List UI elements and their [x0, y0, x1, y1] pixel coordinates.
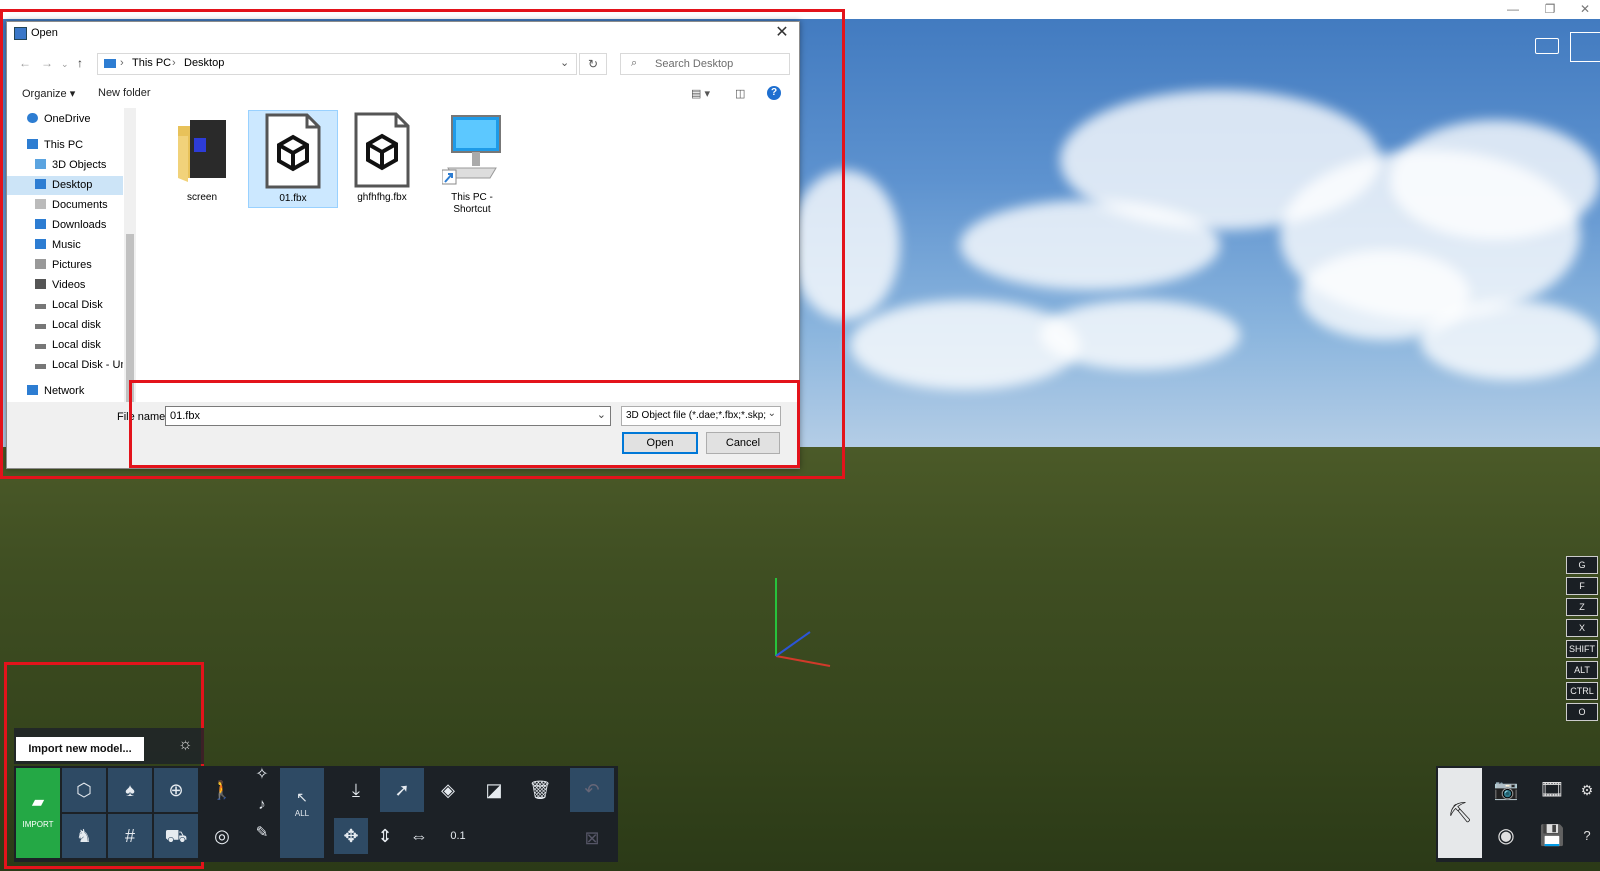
cloud [1420, 300, 1600, 380]
save-icon[interactable]: 💾 [1530, 814, 1574, 858]
cursor-icon: ↖ [296, 789, 308, 805]
add-tree-icon[interactable]: ⊕ [154, 768, 198, 812]
rotate-icon[interactable]: ◈ [426, 768, 470, 812]
key-x[interactable]: X [1566, 619, 1598, 637]
axis-gizmo [775, 578, 831, 667]
key-z[interactable]: Z [1566, 598, 1598, 616]
import-button[interactable]: ▰ IMPORT [16, 768, 60, 858]
place-person-icon[interactable]: ♞ [62, 814, 106, 858]
key-shift[interactable]: SHIFT [1566, 640, 1598, 658]
tree-icon[interactable]: ♠ [108, 768, 152, 812]
key-g[interactable]: G [1566, 556, 1598, 574]
magic-wand-icon[interactable]: ✧ [240, 760, 284, 790]
folder-open-icon: ▰ [31, 794, 45, 811]
key-o[interactable]: O [1566, 703, 1598, 721]
step-value[interactable]: 0.1 [438, 818, 478, 854]
key-ctrl[interactable]: CTRL [1566, 682, 1598, 700]
wrench-icon[interactable]: ✎ [240, 818, 284, 848]
preview-window[interactable] [1570, 32, 1600, 62]
cloud [1390, 120, 1600, 240]
restore-icon[interactable]: ❐ [1535, 1, 1565, 17]
sound-icon[interactable]: ♪ [240, 792, 284, 818]
key-f[interactable]: F [1566, 577, 1598, 595]
horizontal-move-icon[interactable]: ⇔ [404, 818, 434, 854]
undo-icon[interactable]: ↶ [570, 768, 614, 812]
delete-icon[interactable]: 🗑 [518, 768, 562, 812]
walk-mode-icon[interactable]: ⛏ [1438, 768, 1482, 858]
scale-icon[interactable]: ◪ [472, 768, 516, 812]
vertical-move-icon[interactable]: ⇕ [370, 818, 400, 854]
settings-gear-icon[interactable]: ⚙ [1574, 768, 1600, 812]
cloud [1040, 300, 1240, 370]
move-icon[interactable]: ✥ [334, 818, 368, 854]
film-icon[interactable]: 🎞 [1530, 768, 1574, 812]
drop-to-ground-icon[interactable]: ⤓ [334, 768, 378, 812]
camera-icon[interactable]: 📷 [1484, 768, 1528, 812]
sun-icon[interactable]: ☼ [178, 736, 193, 754]
highlight-box [129, 380, 800, 468]
help-icon[interactable]: ? [1574, 814, 1600, 858]
walk-person-icon[interactable]: 🚶 [200, 768, 244, 812]
cloud [960, 200, 1220, 290]
key-alt[interactable]: ALT [1566, 661, 1598, 679]
deselect-icon[interactable]: ⊠ [574, 820, 610, 856]
select-cursor-icon[interactable]: ➚ [380, 768, 424, 812]
minimize-icon[interactable]: — [1498, 1, 1528, 17]
light-bulb-icon[interactable]: ◎ [200, 814, 244, 858]
house-model-icon[interactable]: ⬡ [62, 768, 106, 812]
import-tooltip: Import new model... [16, 737, 144, 761]
camera-view-icon[interactable] [1535, 38, 1559, 54]
close-icon[interactable]: ✕ [1570, 1, 1600, 17]
user-icon[interactable]: ◉ [1484, 814, 1528, 858]
fence-icon[interactable]: # [108, 814, 152, 858]
select-all-button[interactable]: ↖ ALL [280, 768, 324, 858]
car-icon[interactable]: ⛟ [154, 814, 198, 858]
